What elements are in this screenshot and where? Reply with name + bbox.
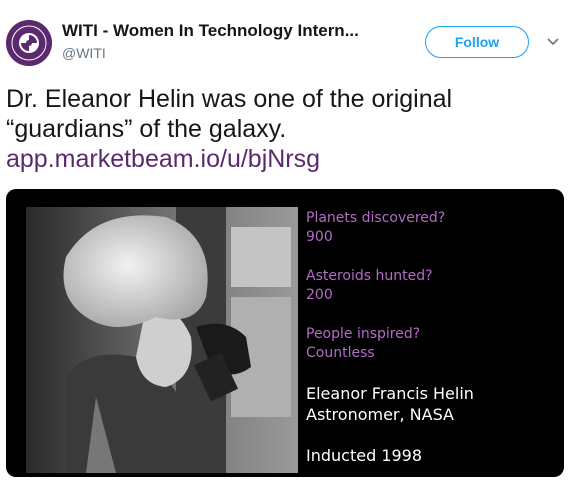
tweet-media-image[interactable]: Planets discovered? 900 Asteroids hunted… [6,189,564,477]
caption-question-asteroids: Asteroids hunted? [306,268,433,284]
caption-person-title: Astronomer, NASA [306,405,454,424]
caption-answer-people: Countless [306,345,375,361]
caption-person-name: Eleanor Francis Helin [306,384,474,403]
tweet-text-line2: “guardians” of the galaxy. [6,115,287,143]
account-handle[interactable]: @WITI [62,45,106,61]
account-name[interactable]: WITI - Women In Technology Intern... [62,21,359,41]
tweet-header: WITI - Women In Technology Intern... @WI… [0,0,569,80]
chevron-down-icon[interactable] [545,34,561,50]
caption-question-people: People inspired? [306,326,421,342]
tweet-link[interactable]: app.marketbeam.io/u/bjNrsg [6,144,561,174]
portrait-photo [26,207,298,473]
caption-question-planets: Planets discovered? [306,210,446,226]
caption-inducted: Inducted 1998 [306,446,423,465]
tweet-text-line1: Dr. Eleanor Helin was one of the origina… [6,85,453,113]
tweet-text: Dr. Eleanor Helin was one of the origina… [6,84,561,174]
caption-answer-asteroids: 200 [306,287,333,303]
caption-answer-planets: 900 [306,229,333,245]
avatar[interactable] [6,20,52,66]
media-captions: Planets discovered? 900 Asteroids hunted… [306,209,556,466]
follow-button[interactable]: Follow [425,26,529,58]
